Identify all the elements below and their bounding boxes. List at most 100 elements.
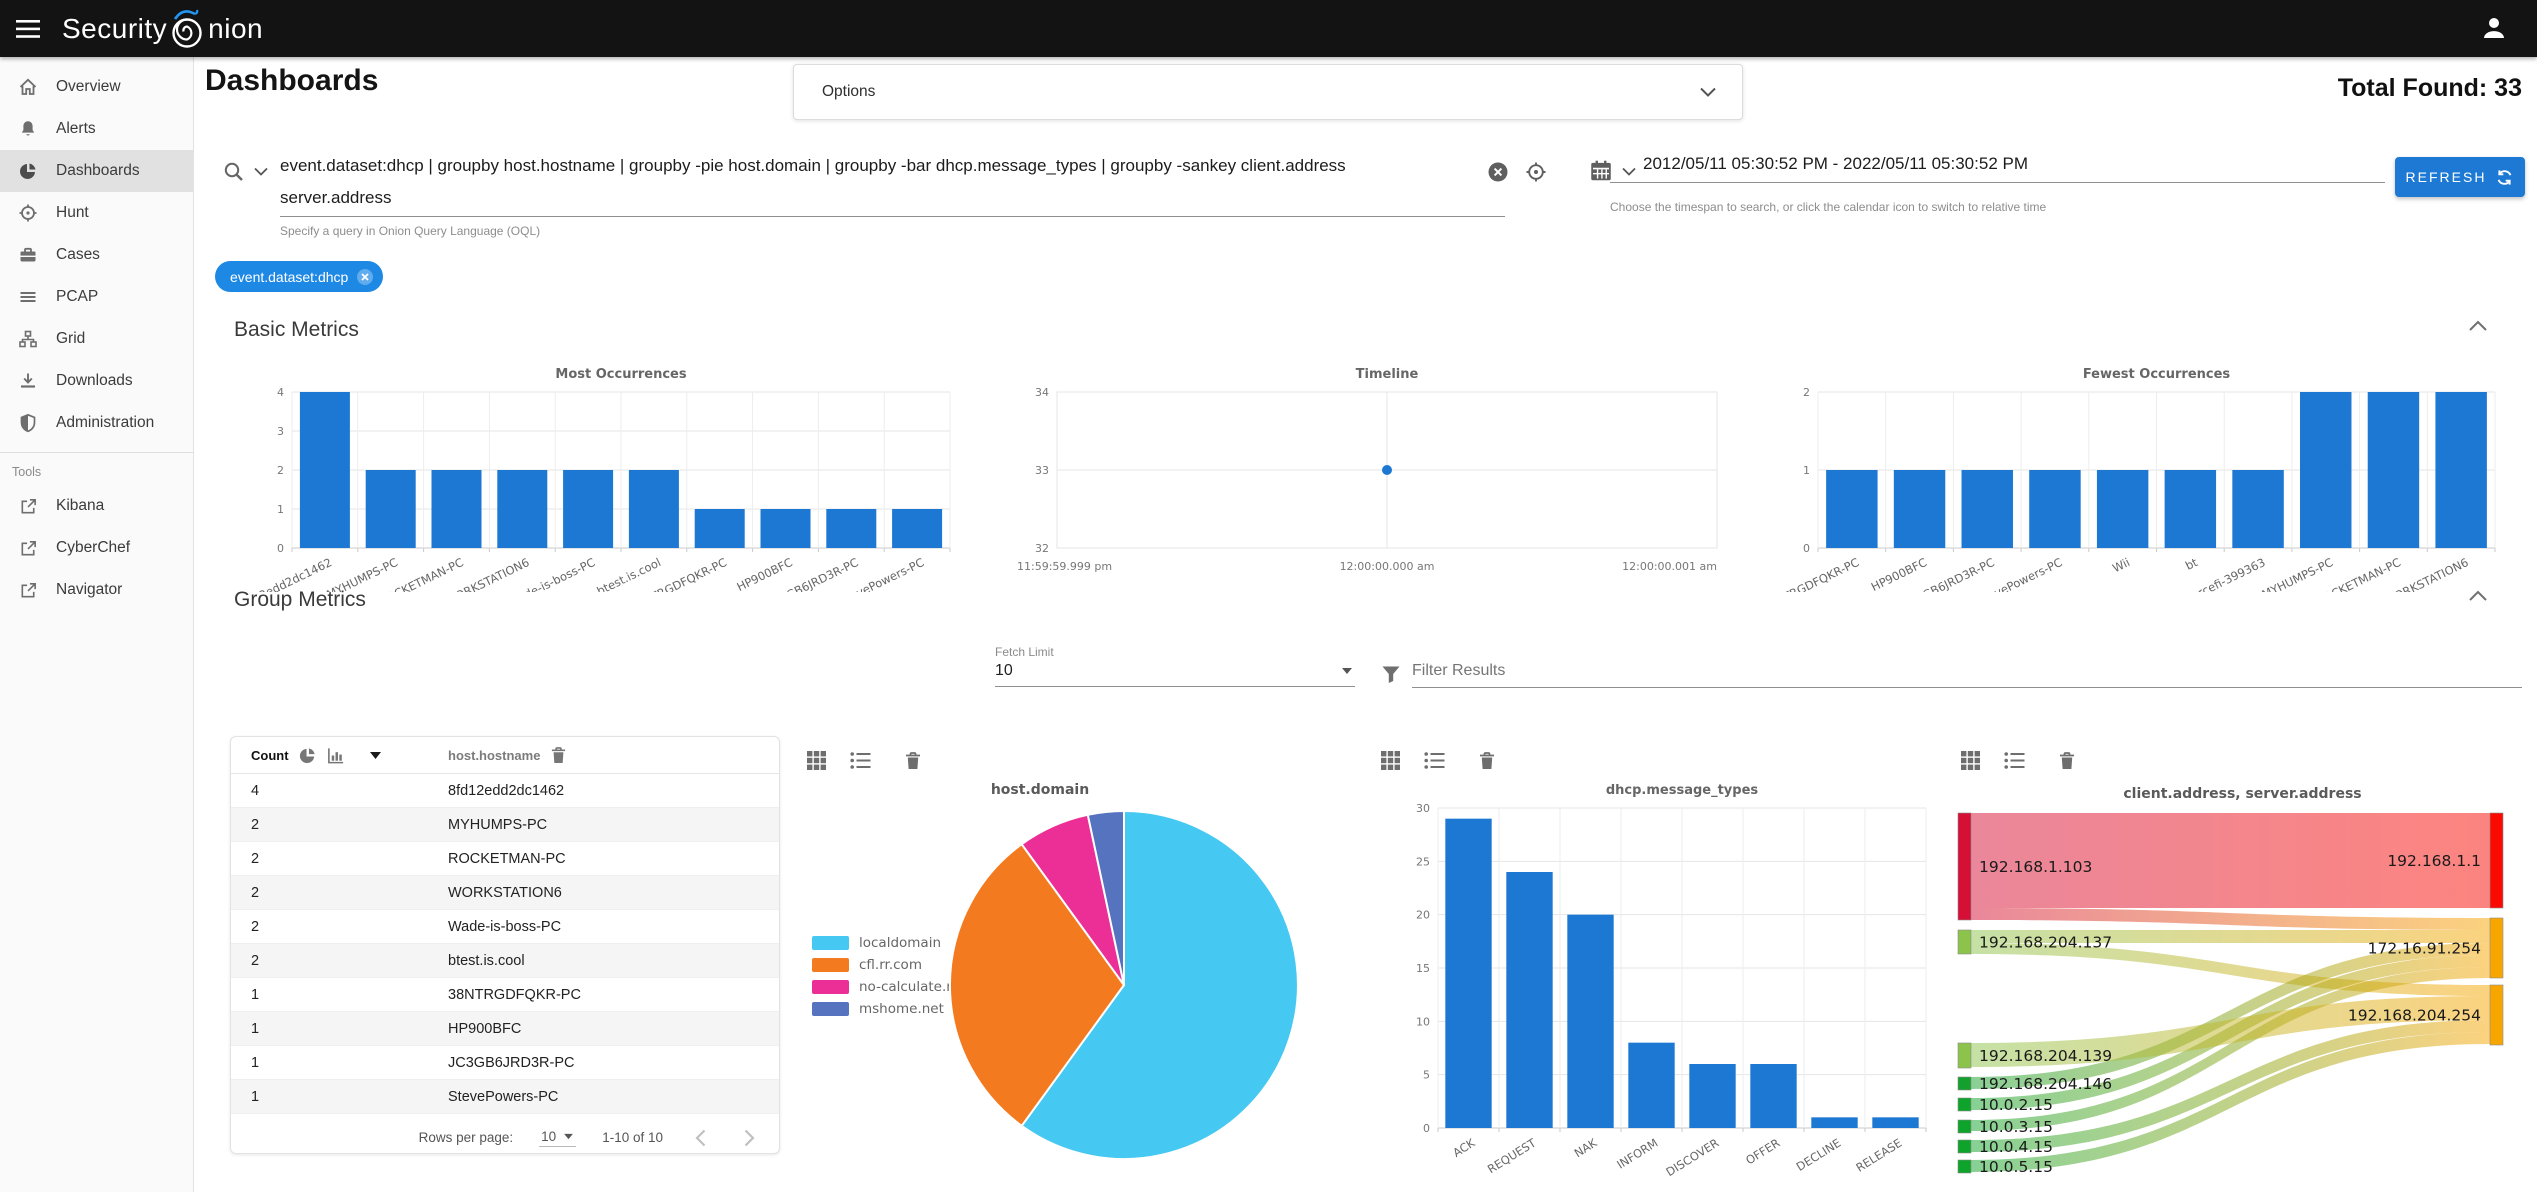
list-view-icon[interactable] [1424,751,1445,770]
svg-text:5: 5 [1423,1069,1430,1082]
table-row[interactable]: 1 HP900BFC [231,1012,779,1046]
svg-text:RELEASE: RELEASE [1853,1136,1904,1175]
sidebar-item-cyberchef[interactable]: CyberChef [0,527,193,569]
sidebar-item-alerts[interactable]: Alerts [0,108,193,150]
hostname-header-label[interactable]: host.hostname [448,748,540,763]
timeline-chart[interactable]: 32 33 34 11:59:59.999 pm 12:00:00.000 am 12:0… [1015,352,1745,592]
table-view-icon[interactable] [1960,750,1981,771]
briefcase-icon [17,244,39,266]
next-page-icon[interactable] [738,1129,761,1147]
target-icon[interactable] [1524,160,1548,184]
count-cell: 1 [251,1054,260,1071]
hostname-cell: MYHUMPS-PC [448,816,548,833]
query-input[interactable]: event.dataset:dhcp | groupby host.hostna… [280,150,1505,217]
sidebar-item-dashboards[interactable]: Dashboards [0,150,193,192]
sidebar-item-hunt[interactable]: Hunt [0,192,193,234]
svg-text:MYHUMPS-PC: MYHUMPS-PC [2260,555,2336,592]
basic-metrics-collapse-icon[interactable] [2468,320,2488,332]
sidebar-item-overview[interactable]: Overview [0,66,193,108]
filter-chip[interactable]: event.dataset:dhcp [215,261,384,292]
svg-text:10.0.4.15: 10.0.4.15 [1979,1138,2053,1156]
external-link-icon [17,537,39,559]
funnel-icon [1380,663,1402,685]
hostname-cell: 8fd12edd2dc1462 [448,782,565,799]
group-metrics-collapse-icon[interactable] [2468,590,2488,602]
sidebar-item-label: Alerts [56,120,96,137]
trash-icon[interactable] [904,751,922,771]
menu-icon[interactable] [16,19,42,39]
network-icon [17,328,39,350]
home-icon [17,76,39,98]
sidebar-item-downloads[interactable]: Downloads [0,360,193,402]
trash-icon[interactable] [1478,751,1496,771]
sidebar-item-label: CyberChef [56,539,131,556]
table-row[interactable]: 2 Wade-is-boss-PC [231,910,779,944]
table-row[interactable]: 2 ROCKETMAN-PC [231,842,779,876]
table-view-icon[interactable] [1380,750,1401,771]
svg-text:2: 2 [1803,386,1810,399]
options-panel[interactable]: Options [793,64,1743,120]
sidebar-item-administration[interactable]: Administration [0,402,193,444]
sidebar-item-cases[interactable]: Cases [0,234,193,276]
svg-text:ACK: ACK [1450,1135,1478,1159]
list-view-icon[interactable] [850,751,871,770]
refresh-button[interactable]: REFRESH [2395,157,2525,197]
table-row[interactable]: 2 MYHUMPS-PC [231,808,779,842]
hostname-cell: JC3GB6JRD3R-PC [448,1054,575,1071]
dhcp-message-types-chart[interactable]: 0 5 10 15 20 25 30 ACK REQUEST NAK INFORM DISCOVER O… [1392,778,1940,1192]
svg-text:11:59:59.999 pm: 11:59:59.999 pm [1017,560,1112,573]
query-hint: Specify a query in Onion Query Language … [280,224,541,238]
svg-text:192.168.204.146: 192.168.204.146 [1979,1075,2112,1093]
table-row[interactable]: 1 JC3GB6JRD3R-PC [231,1046,779,1080]
svg-text:15: 15 [1416,962,1430,975]
sidebar-item-kibana[interactable]: Kibana [0,485,193,527]
rows-per-page-select[interactable]: 10 [539,1129,577,1147]
table-row[interactable]: 2 WORKSTATION6 [231,876,779,910]
table-row[interactable]: 2 btest.is.cool [231,944,779,978]
sidebar-item-grid[interactable]: Grid [0,318,193,360]
list-view-icon[interactable] [2004,751,2025,770]
sidebar-item-navigator[interactable]: Navigator [0,569,193,611]
sidebar-item-label: Navigator [56,581,123,598]
svg-text:HP900BFC: HP900BFC [735,555,795,592]
download-icon [17,370,39,392]
chip-close-icon[interactable] [356,268,374,286]
svg-text:192.168.204.139: 192.168.204.139 [1979,1047,2112,1065]
most-occurrences-chart[interactable]: 012348fd12edd2dc1462MYHUMPS-PCROCKETMAN-… [255,352,965,592]
query-chevron-down-icon[interactable] [254,167,268,176]
trash-icon[interactable] [2058,751,2076,771]
fetch-limit-select[interactable]: Fetch Limit 10 [995,645,1355,687]
sidebar-item-pcap[interactable]: PCAP [0,276,193,318]
pagination-range: 1-10 of 10 [602,1130,663,1145]
previous-page-icon[interactable] [689,1129,712,1147]
legend-swatch [812,1002,849,1016]
filter-results-input[interactable]: Filter Results [1412,658,2522,688]
security-onion-logo: Security nion [62,7,263,51]
count-header-label[interactable]: Count [251,748,289,763]
svg-text:192.168.1.1: 192.168.1.1 [2387,852,2481,870]
table-row[interactable]: 1 StevePowers-PC [231,1080,779,1114]
trash-icon[interactable] [550,746,567,765]
timespan-input[interactable]: 2012/05/11 05:30:52 PM - 2022/05/11 05:3… [1610,150,2385,183]
legend-swatch [812,958,849,972]
top-bar: Security nion [0,0,2537,57]
table-row[interactable]: 1 38NTRGDFQKR-PC [231,978,779,1012]
fewest-occurrences-chart[interactable]: 01238NTRGDFQKR-PC HP900BFCJC3GB6JRD3R-PCS… [1783,352,2530,592]
bar-chart-toggle-icon[interactable] [326,746,346,765]
sort-caret-icon[interactable] [369,751,382,760]
svg-text:Wii: Wii [2110,555,2132,575]
svg-text:38NTRGDFQKR-PC: 38NTRGDFQKR-PC [1783,555,1861,592]
svg-text:1: 1 [1803,464,1810,477]
bell-icon [17,118,39,140]
svg-text:8fd12edd2dc1462: 8fd12edd2dc1462 [255,555,334,592]
host-domain-pie-chart[interactable] [939,800,1311,1180]
table-view-icon[interactable] [806,750,827,771]
svg-text:1: 1 [277,503,284,516]
table-row[interactable]: 4 8fd12edd2dc1462 [231,774,779,808]
page-title: Dashboards [205,64,379,97]
svg-text:192.168.1.103: 192.168.1.103 [1979,858,2092,876]
user-icon[interactable] [2479,13,2509,43]
client-server-sankey-chart[interactable]: 192.168.1.103 192.168.204.137 192.168.204.… [1950,800,2537,1192]
clear-query-icon[interactable] [1486,160,1510,184]
pie-chart-toggle-icon[interactable] [298,746,317,765]
